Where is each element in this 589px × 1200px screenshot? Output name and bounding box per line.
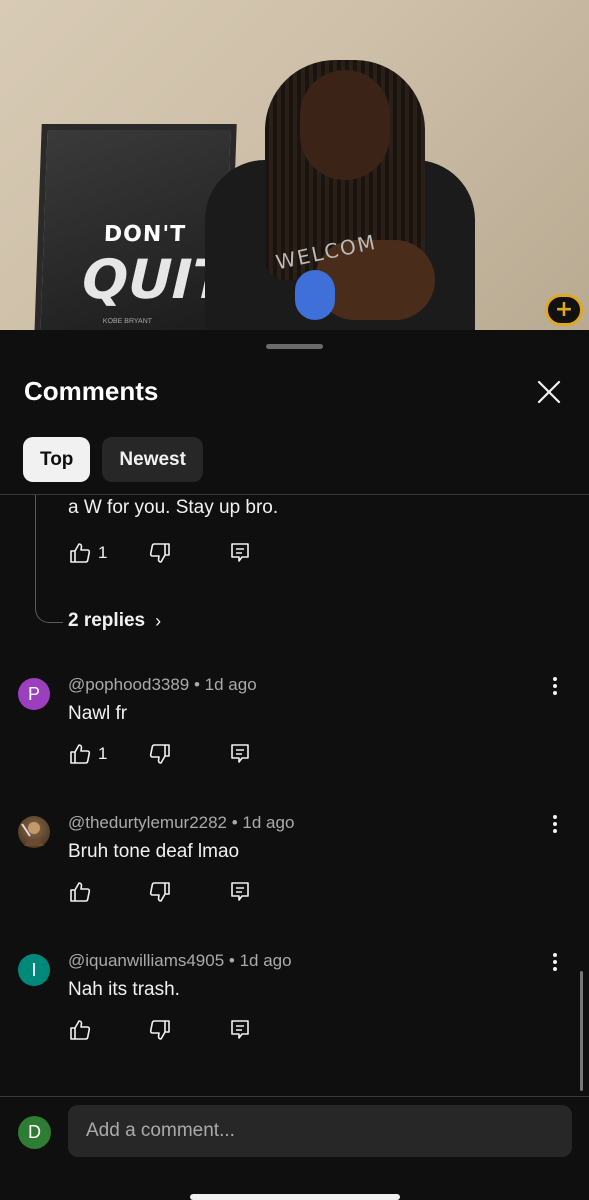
tab-newest[interactable]: Newest: [102, 437, 203, 482]
my-avatar: D: [18, 1116, 51, 1149]
divider: [0, 1096, 589, 1097]
avatar[interactable]: P: [18, 678, 50, 710]
reply-icon: [231, 882, 249, 901]
scrollbar[interactable]: [580, 971, 583, 1091]
tab-top[interactable]: Top: [23, 437, 91, 482]
head: [300, 70, 390, 180]
comment-author: @iquanwilliams4905: [68, 951, 225, 970]
view-replies-button[interactable]: 2 replies ›: [68, 610, 161, 632]
comment-text: Bruh tone deaf lmao: [68, 841, 240, 862]
sheet-title: Comments: [24, 376, 159, 406]
comment-author: @pophood3389: [68, 675, 190, 694]
drag-handle[interactable]: [266, 344, 323, 349]
comments-sheet: Comments Top Newest a W for you. Stay up…: [0, 330, 589, 1200]
warrior-avatar-icon: [21, 822, 44, 846]
comment-text: a W for you. Stay up bro.: [68, 497, 279, 518]
comment-list[interactable]: a W for you. Stay up bro. 1 2 replies › …: [0, 495, 589, 1095]
avatar[interactable]: [18, 816, 50, 848]
comment-author: @thedurtylemur2282: [68, 813, 228, 832]
replies-label: 2 replies: [68, 610, 146, 631]
reply-button[interactable]: [228, 742, 308, 766]
dislike-button[interactable]: [148, 880, 228, 904]
like-button[interactable]: 1: [68, 742, 148, 766]
like-button[interactable]: [68, 880, 148, 904]
reply-button[interactable]: [228, 1018, 308, 1042]
scrunchie: [295, 270, 335, 320]
like-button[interactable]: 1: [68, 541, 148, 565]
more-options-icon[interactable]: [544, 674, 566, 700]
comment-actions: [68, 1018, 308, 1042]
thumbs-up-icon: [70, 882, 91, 902]
comment-age: 1d ago: [239, 951, 292, 970]
close-icon[interactable]: [534, 377, 564, 407]
dislike-button[interactable]: [148, 742, 228, 766]
poster-line1: DON'T: [103, 222, 187, 247]
comment-actions: 1: [68, 541, 308, 565]
comment-age: 1d ago: [242, 813, 295, 832]
thumbs-down-icon: [149, 882, 170, 902]
reply-icon: [231, 744, 249, 763]
reply-icon: [231, 543, 249, 562]
home-indicator: [190, 1194, 400, 1200]
like-count: 1: [98, 744, 108, 763]
sort-tabs: Top Newest: [23, 437, 203, 482]
thumbs-down-icon: [149, 1020, 170, 1040]
comment-item: @thedurtylemur2282 • 1d ago Bruh tone de…: [0, 806, 589, 944]
thumbs-down-icon: [149, 543, 170, 563]
video-person: WELCOM: [205, 60, 485, 330]
video-player[interactable]: DON'T QUIT KOBE BRYANT WELCOM +: [0, 0, 589, 330]
comment-meta[interactable]: @iquanwilliams4905 • 1d ago: [68, 951, 292, 971]
chevron-right-icon: ›: [155, 610, 162, 631]
thread-connector: [35, 495, 63, 623]
comment-item: I @iquanwilliams4905 • 1d ago Nah its tr…: [0, 944, 589, 1082]
thumbs-up-icon: [70, 543, 91, 563]
poster-credit: KOBE BRYANT: [102, 318, 153, 325]
comment-actions: [68, 880, 308, 904]
thumbs-up-icon: [70, 744, 91, 764]
comment-actions: 1: [68, 742, 308, 766]
dislike-button[interactable]: [148, 1018, 228, 1042]
comment-item: P @pophood3389 • 1d ago Nawl fr 1: [0, 668, 589, 806]
reply-icon: [231, 1020, 249, 1039]
reply-button[interactable]: [228, 880, 308, 904]
more-options-icon[interactable]: [544, 950, 566, 976]
comment-text: Nah its trash.: [68, 979, 180, 1000]
comment-age: 1d ago: [204, 675, 257, 694]
comment-meta[interactable]: @thedurtylemur2282 • 1d ago: [68, 813, 294, 833]
thumbs-down-icon: [149, 744, 170, 764]
add-comment-input[interactable]: [68, 1105, 572, 1157]
dislike-button[interactable]: [148, 541, 228, 565]
thumbs-up-icon: [70, 1020, 91, 1040]
avatar[interactable]: I: [18, 954, 50, 986]
comment-meta[interactable]: @pophood3389 • 1d ago: [68, 675, 257, 695]
like-count: 1: [98, 543, 108, 562]
reply-button[interactable]: [228, 541, 308, 565]
like-button[interactable]: [68, 1018, 148, 1042]
comment-text: Nawl fr: [68, 703, 128, 724]
channel-watermark-icon: +: [541, 292, 587, 328]
more-options-icon[interactable]: [544, 812, 566, 838]
